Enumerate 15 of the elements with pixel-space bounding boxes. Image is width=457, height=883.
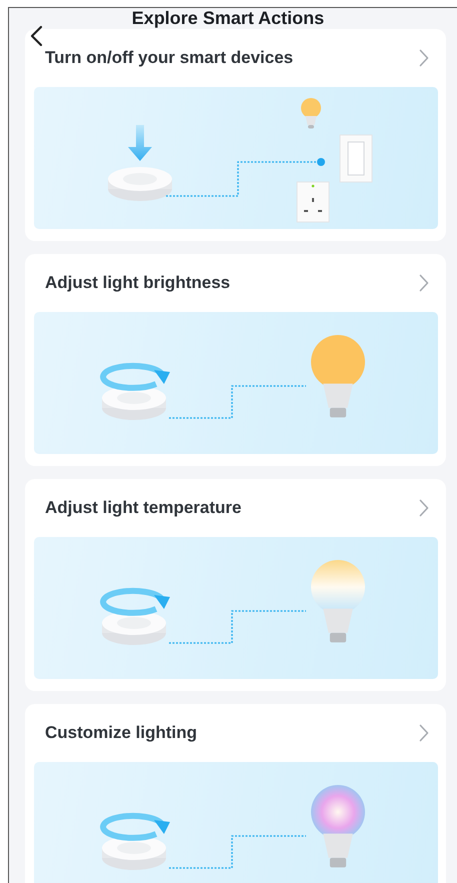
action-card[interactable]: Adjust light brightness: [25, 254, 446, 466]
action-card[interactable]: Customize lighting: [25, 704, 446, 883]
chevron-right-icon: [419, 724, 429, 742]
card-title: Adjust light brightness: [45, 273, 230, 293]
card-title: Adjust light temperature: [45, 498, 242, 518]
chevron-right-icon: [419, 274, 429, 292]
card-title: Turn on/off your smart devices: [45, 48, 294, 68]
back-button[interactable]: [29, 24, 45, 48]
back-chevron-icon: [29, 24, 45, 48]
chevron-right-icon: [419, 499, 429, 517]
page-title: Explore Smart Actions: [132, 8, 326, 29]
card-title: Customize lighting: [45, 723, 198, 743]
action-card[interactable]: Adjust light temperature: [25, 479, 446, 691]
chevron-right-icon: [419, 49, 429, 67]
action-card[interactable]: Turn on/off your smart devices: [25, 29, 446, 241]
